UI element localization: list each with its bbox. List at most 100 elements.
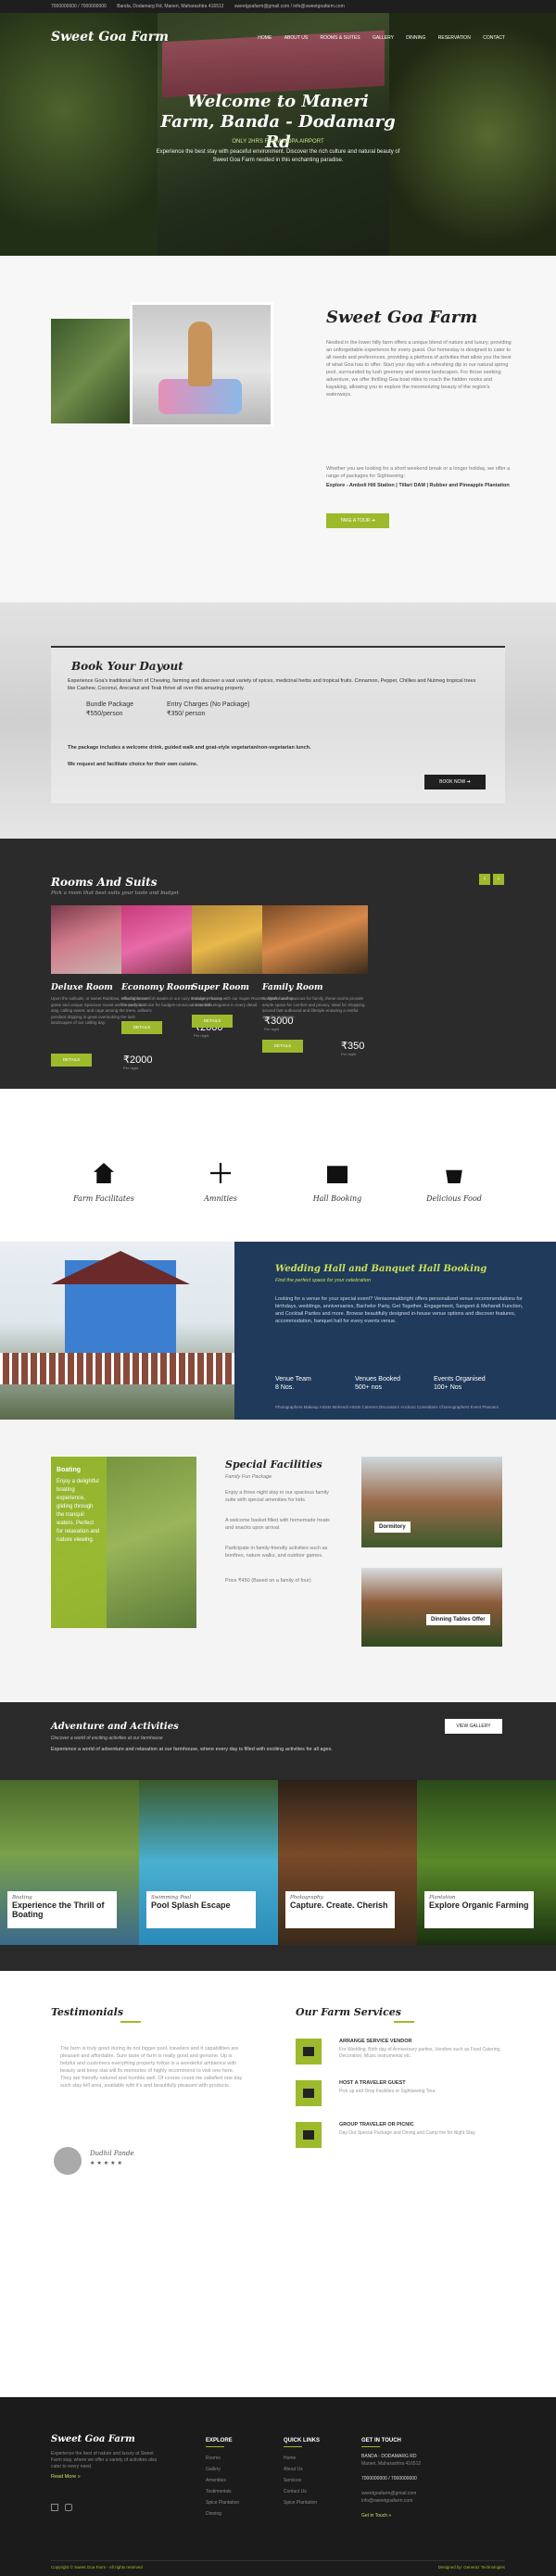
details-button[interactable]: DETAILS <box>51 1054 92 1067</box>
service-item[interactable]: ARRANGE SERVICE VENDOR For Wedding, Birth… <box>296 2039 509 2070</box>
footer-logo[interactable]: Sweet Goa Farm <box>51 2434 135 2444</box>
nav-gallery[interactable]: GALLERY <box>373 35 394 41</box>
activity-card[interactable]: Swimming Pool Pool Splash Escape <box>139 1780 278 1945</box>
wedding-title: Wedding Hall and Banquet Hall Booking <box>275 1264 487 1274</box>
special-p2: A welcome basket filled with homemade tr… <box>225 1518 330 1531</box>
explore-links: Rooms Gallery Amenities Testimonials Spice P… <box>206 2456 240 2517</box>
food-icon <box>446 1169 462 1183</box>
prev-arrow-icon[interactable]: ‹ <box>479 874 490 885</box>
nav-contact[interactable]: CONTACT <box>483 35 505 41</box>
adventure-desc: Experience a world of adventure and rela… <box>51 1747 333 1752</box>
service-item[interactable]: GROUP TRAVELER OR PICNIC Day Out Special … <box>296 2122 509 2153</box>
wedding-panel: Wedding Hall and Banquet Hall Booking Fi… <box>234 1242 556 1420</box>
details-button[interactable]: DETAILS <box>121 1021 162 1034</box>
farm-image <box>51 319 134 423</box>
home-icon <box>94 1163 114 1183</box>
nav-home[interactable]: HOME <box>258 35 272 41</box>
nav-dinning[interactable]: DINNING <box>406 35 425 41</box>
details-button[interactable]: DETAILS <box>262 1040 303 1053</box>
about-packages: Whether you are looking for a short week… <box>326 466 511 479</box>
rooms-title: Rooms And Suits <box>51 876 158 889</box>
email-line[interactable]: sweetgoafarm@gmail.com <box>361 2490 421 2497</box>
nav-rooms[interactable]: ROOMS & SUITES <box>321 35 360 41</box>
rooms-section: Rooms And Suits Pick a room that best su… <box>0 839 556 1089</box>
about-text: Nestled in the lower hilly farm offers a… <box>326 340 512 398</box>
room-price: ₹350 <box>341 1041 365 1052</box>
book-now-button[interactable]: BOOK NOW ➔ <box>424 775 486 789</box>
room-desc: Delightful and spacious for family, thes… <box>262 996 365 1019</box>
copyright: Copyright © Sweet Goa Farm - All rights … <box>51 2565 143 2570</box>
activity-card[interactable]: Photography Capture. Create. Cherish <box>278 1780 417 1945</box>
adventure-section: Adventure and Activities Discover a worl… <box>0 1702 556 1971</box>
read-more-link[interactable]: Read More » <box>51 2474 81 2480</box>
dormitory-card[interactable]: Dormitory <box>361 1457 502 1547</box>
room-name: Family Room <box>262 983 323 992</box>
contact-heading: GET IN TOUCH <box>361 2438 401 2443</box>
calendar-icon <box>327 1166 348 1183</box>
special-p1: Enjoy a three night stay in our spacious… <box>225 1490 329 1503</box>
activity-card[interactable]: Plantation Explore Organic Farming <box>417 1780 556 1945</box>
quick-links-heading: QUICK LINKS <box>284 2438 320 2443</box>
site-logo[interactable]: Sweet Goa Farm <box>51 30 169 44</box>
service-item[interactable]: HOST A TRAVELER GUEST Pick up and Drop Fa… <box>296 2080 509 2112</box>
hero-description: Experience the best stay with peaceful e… <box>156 149 400 163</box>
take-tour-button[interactable]: TAKE A TOUR ➔ <box>326 513 389 528</box>
view-gallery-button[interactable]: VIEW GALLERY <box>445 1719 502 1734</box>
stat-venue-team: Venue Team 8 Nos. <box>275 1376 311 1391</box>
address-line: BANDA - DODAMARG RD <box>361 2454 417 2459</box>
get-in-touch-link[interactable]: Get in Touch » <box>361 2512 421 2519</box>
copyright-bar: Copyright © Sweet Goa Farm - All rights … <box>51 2560 505 2570</box>
testimonials-section: Testimonials The farm is truly good duri… <box>0 1971 556 2397</box>
boating-overlay: Boating Enjoy a delightful boating experi… <box>51 1457 107 1628</box>
email-text[interactable]: sweetgoafarm@gmail.com / info@sweetgoafa… <box>234 4 345 9</box>
nav-reservation[interactable]: RESERVATION <box>438 35 471 41</box>
main-nav: Sweet Goa Farm HOME ABOUT US ROOMS & SUI… <box>51 30 505 48</box>
package-note: The package includes a welcome drink, gu… <box>68 745 311 751</box>
footer-desc: Experience the best of nature and luxury… <box>51 2451 158 2469</box>
testimonial-quote: The farm is truly good during its not bi… <box>60 2046 243 2089</box>
special-sub: Family Fun Package <box>225 1474 272 1480</box>
stat-venues-booked: Venues Booked 500+ nos <box>355 1376 401 1391</box>
wedding-section: Wedding Hall and Banquet Hall Booking Fi… <box>0 1242 556 1420</box>
activity-card[interactable]: Boating Experience the Thrill of Boating <box>0 1780 139 1945</box>
book-card: Book Your Dayout Experience Goa's tradit… <box>51 646 505 803</box>
special-facilities-section: Boating Enjoy a delightful boating experi… <box>0 1420 556 1702</box>
facility-item[interactable]: Farm Facilitates <box>57 1163 150 1203</box>
next-arrow-icon[interactable]: › <box>493 874 504 885</box>
room-card[interactable]: Family Room Delightful and spacious for … <box>262 905 368 1072</box>
book-dayout-section: Book Your Dayout Experience Goa's tradit… <box>0 602 556 839</box>
facility-item[interactable]: Delicious Food <box>408 1163 500 1203</box>
facility-label: Delicious Food <box>426 1194 482 1203</box>
special-price: Price ₹450 (Based on a family of four) <box>225 1578 311 1584</box>
explore-heading: EXPLORE <box>206 2438 233 2443</box>
statue-image <box>130 302 273 427</box>
about-title: Sweet Goa Farm <box>326 308 478 327</box>
boating-image: Boating Enjoy a delightful boating experi… <box>51 1457 196 1628</box>
contact-info: BANDA - DODAMARG RD Maneri, Maharashtra … <box>361 2454 422 2519</box>
group-icon <box>303 2130 314 2140</box>
facility-label: Amnities <box>204 1194 237 1203</box>
address-text: Banda, Dodamarg Rd, Maneri, Maharashtra … <box>117 4 224 9</box>
room-name: Super Room <box>192 983 249 992</box>
details-button[interactable]: DETAILS <box>192 1015 233 1028</box>
wedding-subtitle: Find the perfect space for your celebrat… <box>275 1278 372 1283</box>
avatar <box>54 2147 82 2175</box>
phone-text[interactable]: 7000000000 / 7000000000 <box>51 4 107 9</box>
facility-label: Hall Booking <box>312 1194 362 1203</box>
facilities-row: Farm Facilitates Amnities Hall Booking D… <box>0 1089 556 1242</box>
facebook-icon[interactable] <box>51 2504 58 2511</box>
per-night: Per night <box>341 1052 357 1056</box>
facility-item[interactable]: Hall Booking <box>291 1163 384 1203</box>
wedding-text: Looking for a venue for your special eve… <box>275 1296 524 1324</box>
nav-about[interactable]: ABOUT US <box>284 35 308 41</box>
stat-events-organised: Events Organised 100+ Nos <box>434 1376 486 1391</box>
facility-item[interactable]: Amnities <box>174 1163 267 1203</box>
instagram-icon[interactable] <box>65 2504 72 2511</box>
credit: Designed by: Generaz Technologies <box>437 2565 505 2570</box>
rating-stars: ★★★★★ <box>90 2161 124 2166</box>
car-icon <box>303 2089 314 2098</box>
book-title: Book Your Dayout <box>71 660 183 673</box>
facility-label: Farm Facilitates <box>73 1194 134 1203</box>
rooms-subtitle: Pick a room that best suits your taste a… <box>51 890 179 896</box>
dining-card[interactable]: Dinning Tables Offer <box>361 1568 502 1647</box>
